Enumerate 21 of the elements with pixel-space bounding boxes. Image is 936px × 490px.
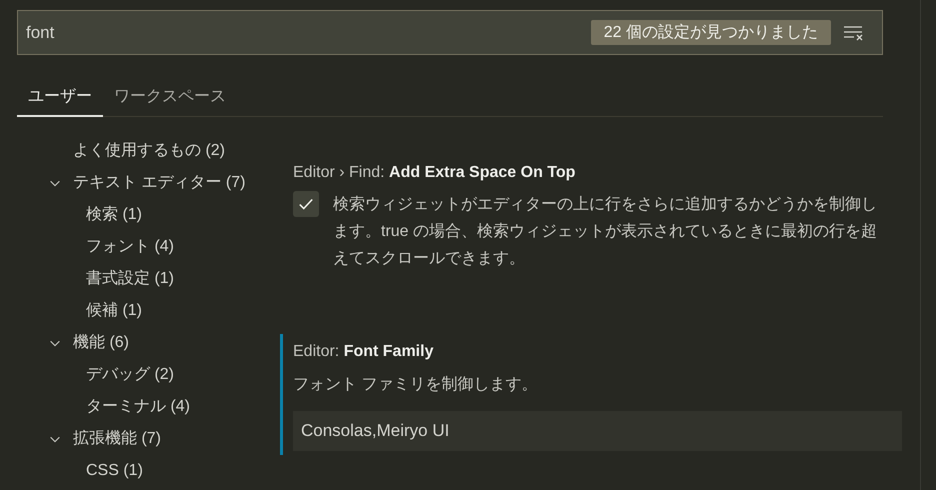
checkbox[interactable] <box>293 191 319 217</box>
toc-item[interactable]: テキスト エディター (7) <box>73 171 246 195</box>
setting-description: フォント ファミリを制御します。 <box>293 374 538 395</box>
clear-filter-icon[interactable] <box>843 24 865 40</box>
setting-title: Editor › Find: Add Extra Space On Top <box>293 163 576 183</box>
setting-description: 検索ウィジェットがエディターの上に行をさらに追加するかどうかを制御します。true の場合、検索ウィジェットが表示されているときに最初の行を超えてスクロールできます。 <box>333 194 878 269</box>
toc-item[interactable]: フォント (4) <box>86 235 174 259</box>
toc-item[interactable]: ターミナル (4) <box>86 395 190 419</box>
toc-item[interactable]: CSS (1) <box>86 459 143 483</box>
input-field[interactable]: Consolas,Meiryo UI <box>293 411 902 451</box>
toc-item[interactable]: 書式設定 (1) <box>86 267 174 291</box>
setting-title: Editor: Font Family <box>293 342 434 362</box>
result-count: 22 個の設定が見つかりました <box>590 20 831 45</box>
toc-item[interactable]: 拡張機能 (7) <box>73 427 161 451</box>
tab[interactable]: ワークスペース <box>103 79 237 117</box>
tab[interactable]: ユーザー <box>17 79 103 117</box>
toc-item[interactable]: 検索 (1) <box>86 203 142 227</box>
toc-item[interactable]: デバッグ (2) <box>86 363 174 387</box>
toc-item[interactable]: よく使用するもの (2) <box>73 139 225 163</box>
toc-item[interactable]: 機能 (6) <box>73 331 129 355</box>
toc-item[interactable]: 候補 (1) <box>86 299 142 323</box>
